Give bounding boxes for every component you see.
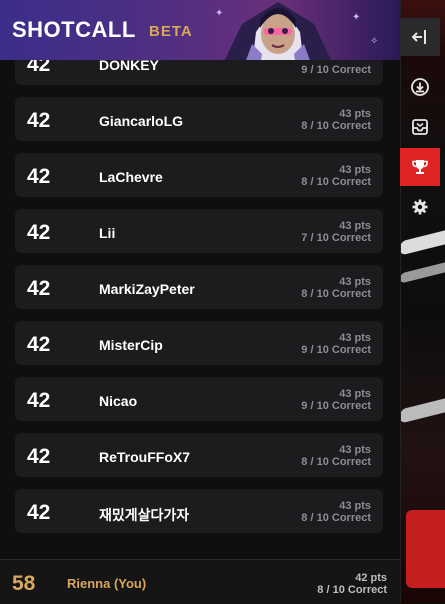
- current-user-correct-count: 8 / 10 Correct: [317, 584, 387, 596]
- mascot-illustration: [224, 2, 332, 60]
- player-points: 43 pts: [339, 276, 371, 288]
- leaderboard-row: 42 Lii 43 pts 7 / 10 Correct: [15, 209, 383, 253]
- leaderboard-row: 42 MisterCip 43 pts 9 / 10 Correct: [15, 321, 383, 365]
- leaderboard-row: 42 재밌게살다가자 43 pts 8 / 10 Correct: [15, 489, 383, 533]
- rank-number: 42: [27, 277, 51, 300]
- player-name: ReTrouFFoX7: [99, 449, 191, 465]
- player-points: 43 pts: [339, 332, 371, 344]
- player-points: 43 pts: [339, 444, 371, 456]
- sparkle-icon: ✦: [352, 12, 361, 23]
- leaderboard-row: 42 LaChevre 43 pts 8 / 10 Correct: [15, 153, 383, 197]
- rank-number: 42: [27, 445, 51, 468]
- player-points: 43 pts: [339, 500, 371, 512]
- player-points: 43 pts: [339, 164, 371, 176]
- rank-number: 42: [27, 165, 51, 188]
- player-correct-count: 8 / 10 Correct: [301, 120, 371, 132]
- player-name: LaChevre: [99, 169, 163, 185]
- current-user-name: Rienna (You): [67, 576, 147, 591]
- player-correct-count: 7 / 10 Correct: [301, 232, 371, 244]
- player-correct-count: 8 / 10 Correct: [301, 288, 371, 300]
- background-red-logo: [406, 510, 445, 588]
- beta-badge: BETA: [149, 23, 193, 40]
- panel-header: SHOTCALL BETA ✦ ✦ ✧: [0, 0, 400, 60]
- player-correct-count: 9 / 10 Correct: [301, 64, 371, 76]
- leaderboard-button[interactable]: [400, 148, 440, 186]
- rank-number: 42: [27, 333, 51, 356]
- sparkle-icon: ✧: [370, 36, 379, 47]
- current-user-points: 42 pts: [355, 572, 387, 584]
- player-name: Nicao: [99, 393, 138, 409]
- rank-number: 42: [27, 109, 51, 132]
- player-name: GiancarloLG: [99, 113, 184, 129]
- background-streak: [400, 230, 445, 256]
- rank-number: 42: [27, 221, 51, 244]
- current-user-rank: 58: [12, 572, 36, 595]
- player-points: 43 pts: [339, 108, 371, 120]
- shotcall-panel: SHOTCALL BETA ✦ ✦ ✧ 42 DONKEY 9 / 10 Cor…: [0, 0, 401, 604]
- player-name: MarkiZayPeter: [99, 281, 195, 297]
- gear-icon: [412, 199, 428, 215]
- leaderboard-row: 42 GiancarloLG 43 pts 8 / 10 Correct: [15, 97, 383, 141]
- collapse-panel-button[interactable]: [400, 18, 440, 56]
- trophy-icon: [412, 160, 428, 174]
- brand-logo: SHOTCALL: [12, 17, 136, 42]
- player-correct-count: 8 / 10 Correct: [301, 456, 371, 468]
- player-correct-count: 9 / 10 Correct: [301, 400, 371, 412]
- background-streak: [400, 262, 445, 284]
- player-correct-count: 8 / 10 Correct: [301, 176, 371, 188]
- current-user-row: 58 Rienna (You) 42 pts 8 / 10 Correct: [0, 559, 400, 604]
- leaderboard-row: 42 ReTrouFFoX7 43 pts 8 / 10 Correct: [15, 433, 383, 477]
- inbox-button[interactable]: [400, 108, 440, 146]
- player-correct-count: 8 / 10 Correct: [301, 512, 371, 524]
- player-name: 재밌게살다가자: [99, 507, 190, 523]
- sparkle-icon: ✦: [215, 8, 224, 19]
- player-points: 43 pts: [339, 220, 371, 232]
- collapse-panel-icon: [411, 30, 426, 44]
- player-name: Lii: [99, 225, 116, 241]
- inbox-icon: [412, 119, 428, 135]
- leaderboard-row: 42 Nicao 43 pts 9 / 10 Correct: [15, 377, 383, 421]
- rank-number: 42: [27, 389, 51, 412]
- player-points: 43 pts: [339, 388, 371, 400]
- leaderboard-list: 42 DONKEY 9 / 10 Correct 42 GiancarloLG …: [0, 48, 400, 558]
- add-prediction-icon: [411, 78, 429, 96]
- background-streak: [400, 398, 445, 424]
- player-correct-count: 9 / 10 Correct: [301, 344, 371, 356]
- leaderboard-row: 42 MarkiZayPeter 43 pts 8 / 10 Correct: [15, 265, 383, 309]
- add-prediction-button[interactable]: [400, 68, 440, 106]
- settings-button[interactable]: [400, 188, 440, 226]
- player-name: MisterCip: [99, 337, 163, 353]
- rank-number: 42: [27, 501, 51, 524]
